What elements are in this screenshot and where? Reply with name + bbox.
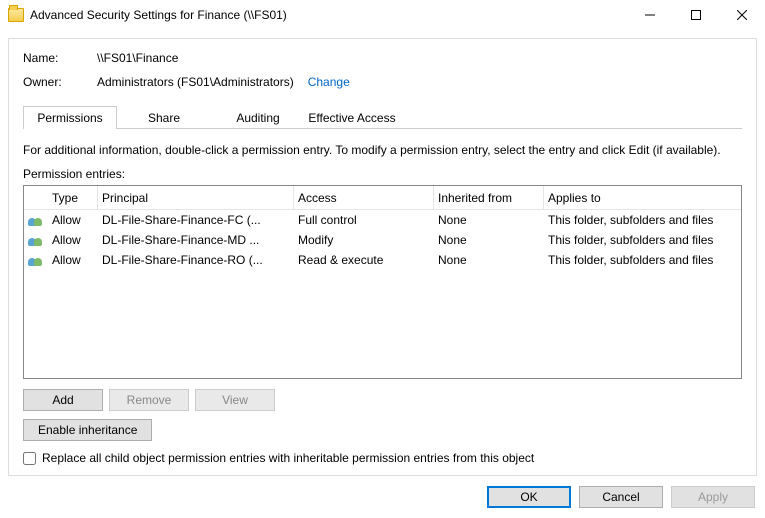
cell-principal: DL-File-Share-Finance-RO (...	[98, 253, 294, 267]
permission-grid[interactable]: Type Principal Access Inherited from App…	[23, 185, 742, 379]
change-owner-link[interactable]: Change	[308, 75, 350, 89]
table-row[interactable]: AllowDL-File-Share-Finance-FC (...Full c…	[24, 210, 741, 230]
owner-label: Owner:	[23, 75, 97, 89]
cancel-button[interactable]: Cancel	[579, 486, 663, 508]
cell-applies: This folder, subfolders and files	[544, 233, 741, 247]
replace-child-label: Replace all child object permission entr…	[42, 451, 534, 465]
tab-bar: Permissions Share Auditing Effective Acc…	[23, 105, 742, 129]
ok-button[interactable]: OK	[487, 486, 571, 508]
cell-principal: DL-File-Share-Finance-MD ...	[98, 233, 294, 247]
entries-label: Permission entries:	[23, 167, 742, 181]
col-inherited[interactable]: Inherited from	[434, 186, 544, 209]
principal-icon	[24, 214, 48, 226]
minimize-button[interactable]	[627, 0, 673, 30]
table-row[interactable]: AllowDL-File-Share-Finance-RO (...Read &…	[24, 250, 741, 270]
name-label: Name:	[23, 51, 97, 65]
owner-value: Administrators (FS01\Administrators)	[97, 75, 294, 89]
table-row[interactable]: AllowDL-File-Share-Finance-MD ...ModifyN…	[24, 230, 741, 250]
cell-type: Allow	[48, 253, 98, 267]
cell-access: Modify	[294, 233, 434, 247]
cell-principal: DL-File-Share-Finance-FC (...	[98, 213, 294, 227]
col-type[interactable]: Type	[48, 186, 98, 209]
principal-icon	[24, 234, 48, 246]
col-access[interactable]: Access	[294, 186, 434, 209]
cell-access: Full control	[294, 213, 434, 227]
apply-button[interactable]: Apply	[671, 486, 755, 508]
remove-button[interactable]: Remove	[109, 389, 189, 411]
grid-header: Type Principal Access Inherited from App…	[24, 186, 741, 210]
tab-permissions[interactable]: Permissions	[23, 106, 117, 129]
principal-icon	[24, 254, 48, 266]
window-controls	[627, 0, 765, 30]
cell-type: Allow	[48, 213, 98, 227]
tab-share[interactable]: Share	[117, 106, 211, 129]
dialog-footer: OK Cancel Apply	[487, 486, 755, 508]
info-text: For additional information, double-click…	[23, 143, 742, 157]
cell-applies: This folder, subfolders and files	[544, 253, 741, 267]
content-panel: Name: \\FS01\Finance Owner: Administrato…	[8, 38, 757, 476]
tab-effective-access[interactable]: Effective Access	[305, 106, 399, 129]
cell-applies: This folder, subfolders and files	[544, 213, 741, 227]
cell-access: Read & execute	[294, 253, 434, 267]
replace-child-checkbox[interactable]	[23, 452, 36, 465]
name-value: \\FS01\Finance	[97, 51, 178, 65]
cell-inherited: None	[434, 213, 544, 227]
cell-type: Allow	[48, 233, 98, 247]
folder-icon	[8, 8, 24, 22]
close-button[interactable]	[719, 0, 765, 30]
view-button[interactable]: View	[195, 389, 275, 411]
col-principal[interactable]: Principal	[98, 186, 294, 209]
tab-auditing[interactable]: Auditing	[211, 106, 305, 129]
col-applies[interactable]: Applies to	[544, 186, 741, 209]
titlebar: Advanced Security Settings for Finance (…	[0, 0, 765, 30]
add-button[interactable]: Add	[23, 389, 103, 411]
cell-inherited: None	[434, 253, 544, 267]
cell-inherited: None	[434, 233, 544, 247]
maximize-button[interactable]	[673, 0, 719, 30]
enable-inheritance-button[interactable]: Enable inheritance	[23, 419, 152, 441]
window-title: Advanced Security Settings for Finance (…	[30, 8, 287, 22]
